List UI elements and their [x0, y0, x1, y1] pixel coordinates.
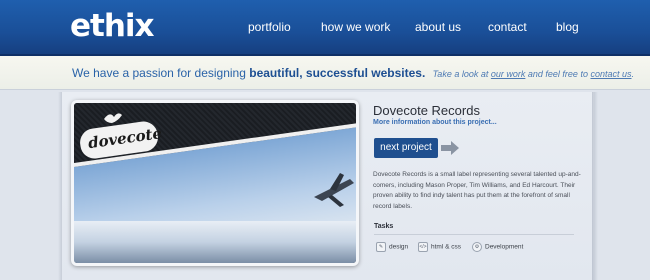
- tagline-lead: We have a passion for designing: [72, 66, 246, 80]
- task-design: ✎ design: [376, 242, 408, 254]
- nav-portfolio[interactable]: portfolio: [248, 20, 291, 34]
- tasks-heading: Tasks: [374, 223, 394, 230]
- nav-about-us[interactable]: about us: [415, 20, 461, 34]
- contact-us-link[interactable]: contact us: [590, 69, 631, 79]
- task-html-css: </> html & css: [418, 242, 461, 254]
- site-header: ethix portfolio how we work about us con…: [0, 0, 650, 56]
- tagline-aside: Take a look at our work and feel free to…: [433, 69, 634, 79]
- main-nav: portfolio how we work about us contact b…: [0, 20, 650, 40]
- design-icon: ✎: [376, 242, 386, 252]
- tagline-emphasis: beautiful, successful websites.: [249, 66, 426, 80]
- task-label: design: [389, 243, 409, 251]
- our-work-link[interactable]: our work: [491, 69, 526, 79]
- gear-icon: ⚙: [472, 242, 482, 252]
- more-info-link[interactable]: More information about this project...: [373, 119, 497, 126]
- nav-how-we-work[interactable]: how we work: [321, 20, 390, 34]
- tagline: We have a passion for designing beautifu…: [72, 66, 634, 80]
- task-label: html & css: [431, 243, 461, 251]
- code-icon: </>: [418, 242, 428, 252]
- project-title: Dovecote Records: [373, 103, 480, 118]
- screenshot-mountains: [74, 221, 356, 263]
- next-project-button[interactable]: next project: [374, 138, 438, 158]
- aside-suffix: .: [631, 69, 635, 79]
- airplane-icon: [314, 173, 354, 207]
- aside-prefix: Take a look at: [432, 69, 489, 79]
- project-description: Dovecote Records is a small label repres…: [373, 171, 581, 210]
- task-label: Development: [485, 243, 524, 251]
- dovecote-logo-text: dovecote: [86, 124, 164, 153]
- arrow-right-icon[interactable]: [441, 141, 459, 155]
- nav-contact[interactable]: contact: [488, 20, 527, 34]
- tasks-divider: [374, 234, 574, 235]
- project-screenshot[interactable]: dovecote: [71, 100, 359, 266]
- task-development: ⚙ Development: [472, 242, 523, 254]
- bird-icon: [104, 113, 122, 123]
- nav-blog[interactable]: blog: [556, 20, 579, 34]
- tagline-band: We have a passion for designing beautifu…: [0, 56, 650, 90]
- panel-shadow-right: [592, 92, 598, 280]
- aside-middle: and feel free to: [527, 69, 588, 79]
